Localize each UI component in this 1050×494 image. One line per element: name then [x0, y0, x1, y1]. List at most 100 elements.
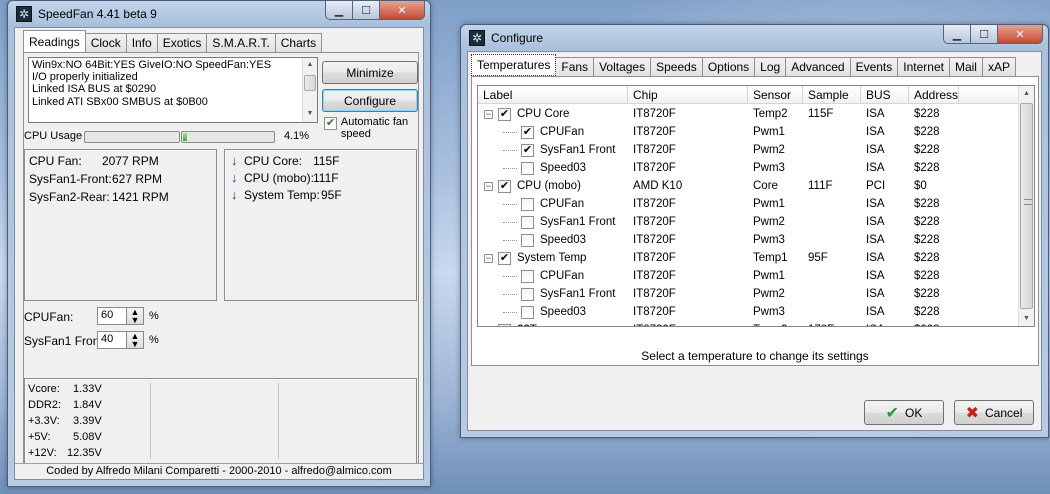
- column-header-label[interactable]: Label: [478, 86, 628, 104]
- minimize-button[interactable]: Minimize: [322, 61, 418, 84]
- tab-advanced[interactable]: Advanced: [785, 57, 851, 76]
- tree-row[interactable]: Speed03 IT8720F Pwm3 ISA $228: [478, 159, 1019, 177]
- tab-info[interactable]: Info: [125, 33, 158, 52]
- speed-input[interactable]: 40: [97, 331, 127, 349]
- expand-icon[interactable]: +: [484, 325, 493, 326]
- tree-connector: [503, 275, 517, 277]
- tab-voltages[interactable]: Voltages: [593, 57, 652, 76]
- speed-spinner[interactable]: ▲ ▼: [126, 331, 144, 349]
- column-header-bus[interactable]: BUS: [861, 86, 909, 104]
- tab-fans[interactable]: Fans: [555, 57, 595, 76]
- cell-chip: IT8720F: [628, 321, 748, 326]
- tree-row[interactable]: − ✔ CPU Core IT8720F Temp2 115F ISA $228: [478, 105, 1019, 123]
- unchecked-box-icon[interactable]: [521, 161, 534, 175]
- tree-scrollbar[interactable]: ▲ ▼: [1018, 86, 1034, 326]
- tab-charts[interactable]: Charts: [274, 33, 323, 52]
- auto-fan-label: Automatic fan speed: [340, 116, 409, 140]
- cell-bus: ISA: [866, 216, 885, 228]
- tree-row[interactable]: CPUFan IT8720F Pwm1 ISA $228: [478, 267, 1019, 285]
- close-window-button[interactable]: ✕: [379, 1, 425, 20]
- checked-box-icon[interactable]: ✔: [498, 107, 511, 121]
- tab-mail[interactable]: Mail: [948, 57, 983, 76]
- column-header-sensor[interactable]: Sensor: [748, 86, 803, 104]
- scroll-down-icon[interactable]: ▼: [303, 107, 317, 122]
- cell-chip: IT8720F: [633, 306, 676, 318]
- speedfan-titlebar[interactable]: ✲ SpeedFan 4.41 beta 9 ▁ ☐ ✕: [8, 1, 430, 27]
- unchecked-box-icon[interactable]: [521, 305, 534, 319]
- tree-scroll-up-icon[interactable]: ▲: [1019, 86, 1034, 101]
- checked-box-icon[interactable]: ✔: [521, 125, 534, 139]
- tree-row[interactable]: SysFan1 Front IT8720F Pwm2 ISA $228: [478, 213, 1019, 231]
- ok-button[interactable]: ✔ OK: [864, 400, 944, 425]
- tab-xap[interactable]: xAP: [981, 57, 1016, 76]
- tree-scroll-thumb[interactable]: [1020, 103, 1033, 309]
- tab-clock[interactable]: Clock: [84, 33, 127, 52]
- collapse-icon[interactable]: −: [484, 253, 493, 263]
- speed-spinner[interactable]: ▲ ▼: [126, 307, 144, 325]
- minimize-window-button[interactable]: ▁: [325, 1, 353, 20]
- tree-row[interactable]: CPUFan IT8720F Pwm1 ISA $228: [478, 195, 1019, 213]
- tree-row[interactable]: + ??Temp IT8720FTemp3178FISA$228: [478, 321, 1019, 326]
- collapse-icon[interactable]: −: [484, 109, 493, 119]
- tree-row[interactable]: ✔ SysFan1 Front IT8720F Pwm2 ISA $228: [478, 141, 1019, 159]
- tab-internet[interactable]: Internet: [897, 57, 950, 76]
- cell-sensor: Core: [753, 180, 778, 192]
- scroll-up-icon[interactable]: ▲: [303, 58, 317, 73]
- tree-connector: [503, 203, 517, 205]
- cell-sensor: Temp2: [753, 108, 788, 120]
- unchecked-box-icon[interactable]: [521, 215, 534, 229]
- tab-log[interactable]: Log: [754, 57, 787, 76]
- checked-box-icon[interactable]: ✔: [498, 251, 511, 265]
- auto-fan-speed-checkbox[interactable]: ✔ Automatic fan speed: [324, 116, 420, 140]
- tree-row[interactable]: ✔ CPUFan IT8720F Pwm1 ISA $228: [478, 123, 1019, 141]
- tree-connector: [503, 131, 517, 133]
- spin-down-icon[interactable]: ▼: [131, 316, 140, 325]
- tree-connector: [503, 221, 517, 223]
- temperatures-tree[interactable]: Label Chip Sensor Sample BUS Address − ✔ CPU Co…: [477, 85, 1035, 327]
- tree-row[interactable]: Speed03 IT8720F Pwm3 ISA $228: [478, 303, 1019, 321]
- checked-box-icon[interactable]: ✔: [521, 143, 534, 157]
- unchecked-box-icon[interactable]: [521, 197, 534, 211]
- tab-options[interactable]: Options: [701, 57, 756, 76]
- maximize-window-button[interactable]: ☐: [352, 1, 380, 20]
- tree-label-cell: CPUFan: [478, 195, 628, 213]
- scroll-thumb[interactable]: [304, 75, 316, 91]
- tree-scroll-down-icon[interactable]: ▼: [1019, 311, 1034, 326]
- unchecked-box-icon[interactable]: [521, 287, 534, 301]
- tree-row[interactable]: − ✔ CPU (mobo) AMD K10 Core 111F PCI $0: [478, 177, 1019, 195]
- cell-chip: IT8720F: [633, 288, 676, 300]
- tree-label-cell: − ✔ System Temp: [478, 249, 628, 267]
- tab-temperatures[interactable]: Temperatures: [471, 54, 557, 76]
- config-close-button[interactable]: ✕: [997, 25, 1043, 44]
- cell-bus: ISA: [866, 270, 885, 282]
- checked-box-icon[interactable]: ✔: [498, 179, 511, 193]
- cancel-button[interactable]: ✖ Cancel: [954, 400, 1034, 425]
- unchecked-box-icon[interactable]: [521, 233, 534, 247]
- tab-readings[interactable]: Readings: [23, 30, 86, 52]
- configure-titlebar[interactable]: ✲ Configure ▁ ☐ ✕: [461, 25, 1048, 51]
- configure-button[interactable]: Configure: [322, 89, 418, 112]
- tree-row[interactable]: SysFan1 Front IT8720F Pwm2 ISA $228: [478, 285, 1019, 303]
- cell-sensor: Pwm3: [753, 306, 785, 318]
- tab-exotics[interactable]: Exotics: [156, 33, 208, 52]
- tab-speeds[interactable]: Speeds: [650, 57, 703, 76]
- config-minimize-button[interactable]: ▁: [943, 25, 971, 44]
- cell-chip: IT8720F: [633, 126, 676, 138]
- unchecked-box-icon[interactable]: [521, 269, 534, 283]
- column-header-address[interactable]: Address: [909, 86, 959, 104]
- tree-row[interactable]: Speed03 IT8720F Pwm3 ISA $228: [478, 231, 1019, 249]
- cell-address: $228: [914, 306, 940, 318]
- unchecked-box-icon[interactable]: [498, 323, 511, 326]
- tab-smart[interactable]: S.M.A.R.T.: [206, 33, 276, 52]
- column-header-sample[interactable]: Sample: [803, 86, 861, 104]
- spin-down-icon[interactable]: ▼: [131, 340, 140, 349]
- tab-events[interactable]: Events: [849, 57, 899, 76]
- fans-panel: CPU Fan: 2077 RPM SysFan1-Front: 627 RPM Sys…: [24, 149, 217, 301]
- tree-label-cell: Speed03: [478, 231, 628, 249]
- config-maximize-button[interactable]: ☐: [970, 25, 998, 44]
- collapse-icon[interactable]: −: [484, 181, 493, 191]
- log-scrollbar[interactable]: ▲ ▼: [302, 58, 317, 122]
- speed-input[interactable]: 60: [97, 307, 127, 325]
- column-header-chip[interactable]: Chip: [628, 86, 748, 104]
- tree-row[interactable]: − ✔ System Temp IT8720F Temp1 95F ISA $228: [478, 249, 1019, 267]
